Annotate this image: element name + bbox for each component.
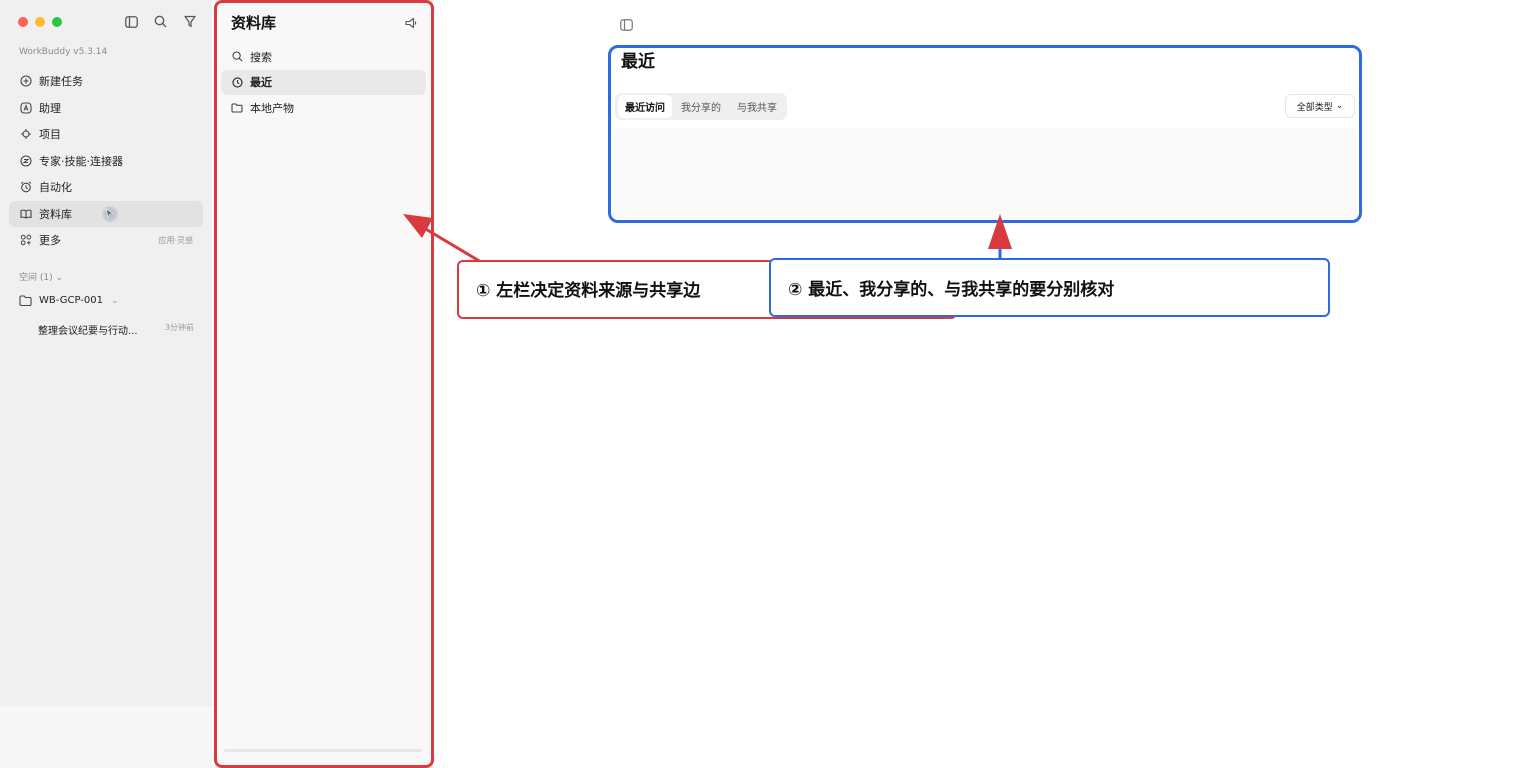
assistant-icon: [19, 101, 32, 114]
sidebar-item-label: 更多: [39, 234, 61, 248]
sidebar-toolbar: [123, 13, 198, 30]
sidebar-item-label: 自动化: [39, 181, 72, 195]
task-title: 整理会议纪要与行动...: [38, 326, 138, 337]
sidebar: WorkBuddy v5.3.14 新建任务 助理 项目 专家·技能·连接器 自…: [0, 0, 212, 768]
chevron-down-icon: ⌄: [110, 295, 119, 306]
app-name: WorkBuddy v5.3.14: [19, 47, 108, 57]
app-window: WorkBuddy v5.3.14 新建任务 助理 项目 专家·技能·连接器 自…: [0, 0, 1538, 768]
alarm-icon: [19, 181, 32, 194]
project-icon: [19, 128, 32, 141]
close-window-button[interactable]: [18, 17, 28, 27]
maximize-window-button[interactable]: [52, 17, 62, 27]
sidebar-item-library[interactable]: 资料库: [9, 200, 203, 227]
window-controls: [18, 17, 62, 27]
plus-circle-icon: [19, 75, 32, 88]
sidebar-item-new-task[interactable]: 新建任务: [9, 68, 203, 95]
sidebar-item-more[interactable]: 更多 应用·灵感: [9, 227, 203, 254]
annotation-box-recent: [608, 45, 1362, 223]
task-item[interactable]: 整理会议纪要与行动... 3分钟前: [38, 322, 194, 337]
panel-toggle-icon[interactable]: [620, 16, 634, 31]
sidebar-item-label: 新建任务: [39, 75, 83, 89]
search-icon[interactable]: [152, 13, 169, 30]
sidebar-toggle-icon[interactable]: [123, 13, 140, 30]
grid-icon: [19, 234, 32, 247]
mouse-cursor-icon: [102, 205, 118, 222]
sidebar-item-label: 项目: [39, 128, 61, 142]
annotation-callout-blue: ② 最近、我分享的、与我共享的要分别核对: [769, 258, 1330, 317]
sidebar-item-project[interactable]: 项目: [9, 121, 203, 148]
more-hint: 应用·灵感: [158, 235, 193, 245]
task-time: 3分钟前: [164, 323, 194, 332]
folder-icon: [19, 294, 32, 307]
book-icon: [19, 207, 32, 220]
sidebar-nav: 新建任务 助理 项目 专家·技能·连接器 自动化 资料库 更多 应用·灵感: [9, 68, 203, 254]
expert-icon: [19, 154, 32, 167]
filter-icon[interactable]: [181, 13, 198, 30]
sidebar-item-label: 专家·技能·连接器: [39, 154, 123, 168]
sidebar-footer: [0, 706, 212, 768]
workspace-name: WB-GCP-001: [39, 295, 103, 306]
sidebar-item-experts[interactable]: 专家·技能·连接器: [9, 148, 203, 175]
annotation-box-library: [214, 0, 434, 768]
sidebar-item-assistant[interactable]: 助理: [9, 95, 203, 122]
sidebar-item-label: 助理: [39, 101, 61, 115]
workspace-item[interactable]: WB-GCP-001 ⌄: [19, 294, 119, 307]
space-section-header[interactable]: 空间 (1) ⌄: [19, 270, 63, 283]
minimize-window-button[interactable]: [35, 17, 45, 27]
sidebar-item-automation[interactable]: 自动化: [9, 174, 203, 201]
sidebar-item-label: 资料库: [39, 207, 72, 221]
